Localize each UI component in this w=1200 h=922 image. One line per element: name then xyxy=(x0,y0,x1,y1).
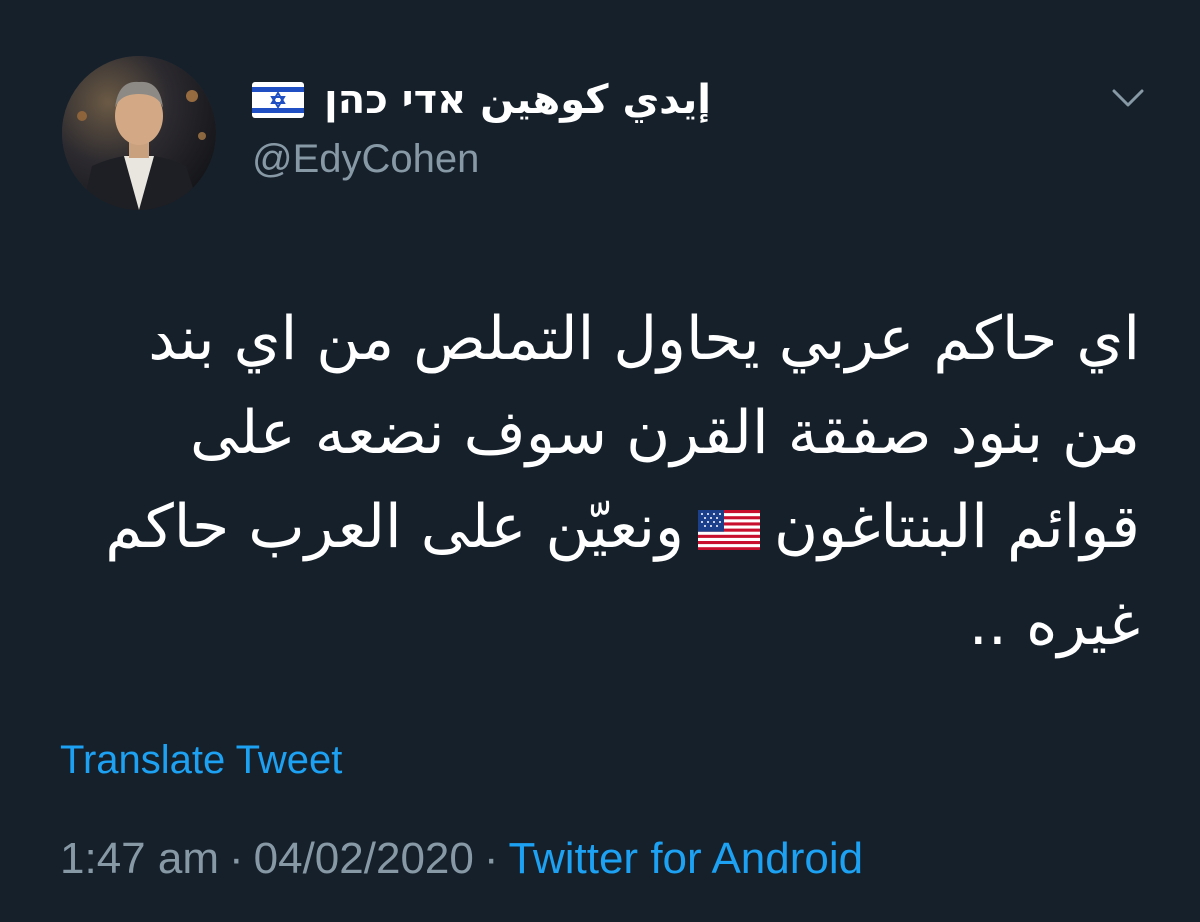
meta-separator: · xyxy=(228,834,244,883)
meta-separator: · xyxy=(483,834,499,883)
tweet-time[interactable]: 1:47 am xyxy=(60,834,219,883)
israel-flag-icon xyxy=(252,82,304,118)
tweet-text-segment: ونعيّن على العرب حاكم xyxy=(105,492,684,562)
display-name-text: إيدي كوهين אדי כהן xyxy=(324,77,711,123)
tweet-text-line: من بنود صفقة القرن سوف نضعه على xyxy=(189,398,1140,468)
tweet-card: إيدي كوهين אדי כהן @EdyCohen اي حاكم عرب… xyxy=(0,0,1200,922)
tweet-source-link[interactable]: Twitter for Android xyxy=(509,834,864,883)
avatar[interactable] xyxy=(62,56,216,210)
avatar-photo xyxy=(62,56,216,210)
translate-tweet-link[interactable]: Translate Tweet xyxy=(60,736,342,784)
tweet-text: اي حاكم عربي يحاول التملص من اي بند من ب… xyxy=(40,292,1140,671)
chevron-down-icon[interactable] xyxy=(1110,84,1146,112)
tweet-meta: 1:47 am · 04/02/2020 · Twitter for Android xyxy=(60,832,863,886)
author-handle[interactable]: @EdyCohen xyxy=(252,135,479,183)
tweet-text-segment: قوائم البنتاغون xyxy=(773,492,1140,562)
tweet-date[interactable]: 04/02/2020 xyxy=(254,834,474,883)
tweet-text-line: قوائم البنتاغون ونعيّن على العرب حاكم xyxy=(40,480,1140,577)
tweet-text-line: غيره .. xyxy=(968,589,1140,660)
us-flag-icon xyxy=(697,483,760,577)
author-display-name[interactable]: إيدي كوهين אדי כהן xyxy=(252,72,711,128)
tweet-text-line: اي حاكم عربي يحاول التملص من اي بند xyxy=(148,304,1140,374)
